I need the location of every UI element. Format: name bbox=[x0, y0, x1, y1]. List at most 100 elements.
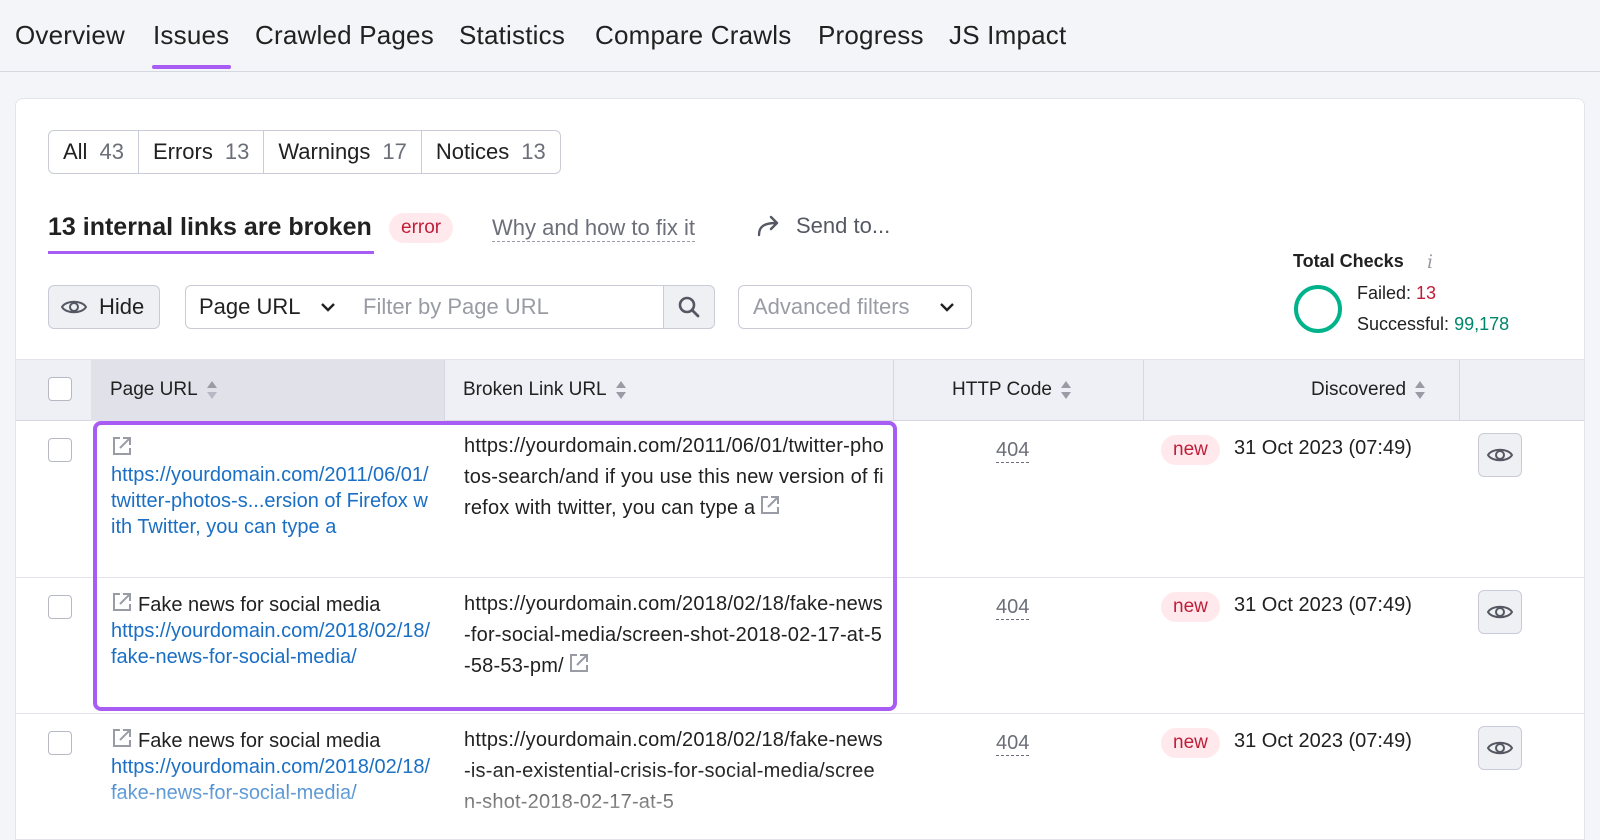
http-code[interactable]: 404 bbox=[996, 438, 1030, 463]
search-button[interactable] bbox=[663, 285, 715, 329]
hide-button[interactable]: Hide bbox=[48, 285, 160, 329]
column-label: Discovered bbox=[1311, 379, 1407, 400]
page-title: Fake news for social media bbox=[138, 594, 381, 616]
page-url-link[interactable]: https://yourdomain.com/2018/02/18/fake-n… bbox=[111, 754, 431, 806]
column-discovered[interactable]: Discovered bbox=[1311, 379, 1426, 401]
failed-count: Failed: 13 bbox=[1357, 283, 1436, 304]
why-how-fix-link[interactable]: Why and how to fix it bbox=[492, 215, 695, 242]
eye-icon bbox=[1487, 605, 1513, 619]
page-url-link[interactable]: https://yourdomain.com/2018/02/18/fake-n… bbox=[111, 618, 431, 670]
view-button[interactable] bbox=[1478, 726, 1522, 770]
issue-type-filter: All 43 Errors 13 Warnings 17 Notices 13 bbox=[48, 130, 561, 174]
column-broken-link-url[interactable]: Broken Link URL bbox=[463, 379, 627, 401]
column-divider bbox=[1459, 360, 1460, 421]
page-url-cell: https://yourdomain.com/2011/06/01/twitte… bbox=[111, 435, 431, 540]
column-divider bbox=[893, 360, 894, 421]
column-http-code[interactable]: HTTP Code bbox=[952, 379, 1072, 401]
advanced-filters-label: Advanced filters bbox=[753, 294, 910, 319]
column-divider bbox=[1143, 360, 1144, 421]
external-link-icon[interactable] bbox=[111, 591, 133, 613]
filter-warnings[interactable]: Warnings 17 bbox=[264, 131, 422, 173]
page-url-cell: Fake news for social media https://yourd… bbox=[111, 727, 431, 806]
table-row: Fake news for social media https://yourd… bbox=[16, 714, 1584, 839]
filter-label: Errors bbox=[152, 139, 213, 164]
row-checkbox[interactable] bbox=[48, 595, 72, 619]
broken-link-url-cell: https://yourdomain.com/2011/06/01/twitte… bbox=[464, 431, 884, 524]
filter-count: 17 bbox=[382, 139, 407, 164]
send-to-button[interactable]: Send to... bbox=[756, 213, 890, 239]
discovered-date: 31 Oct 2023 (07:49) bbox=[1234, 437, 1412, 459]
tab-crawled-pages[interactable]: Crawled Pages bbox=[255, 20, 434, 51]
tab-overview[interactable]: Overview bbox=[15, 20, 125, 51]
external-link-icon[interactable] bbox=[111, 727, 133, 749]
filter-notices[interactable]: Notices 13 bbox=[422, 131, 560, 173]
view-button[interactable] bbox=[1478, 590, 1522, 634]
broken-link-url: https://yourdomain.com/2018/02/18/fake-n… bbox=[464, 729, 883, 813]
issues-card: All 43 Errors 13 Warnings 17 Notices 13 13 i… bbox=[15, 98, 1585, 840]
filter-label: Warnings bbox=[278, 139, 371, 164]
page-url-select-value: Page URL bbox=[199, 294, 301, 319]
discovered-date: 31 Oct 2023 (07:49) bbox=[1234, 594, 1412, 616]
info-icon[interactable]: i bbox=[1427, 251, 1433, 273]
tab-issues[interactable]: Issues bbox=[151, 20, 232, 69]
advanced-filters-dropdown[interactable]: Advanced filters bbox=[738, 285, 972, 329]
chevron-down-icon bbox=[940, 303, 954, 312]
sort-icon bbox=[206, 381, 217, 399]
table-header: Page URL Broken Link URL HTTP Code Disco… bbox=[16, 359, 1584, 421]
eye-icon bbox=[1487, 741, 1513, 755]
sort-icon bbox=[1060, 381, 1071, 399]
total-checks-title: Total Checks bbox=[1293, 251, 1404, 271]
filter-count: 13 bbox=[224, 139, 250, 164]
table-row: Fake news for social media https://yourd… bbox=[16, 578, 1584, 714]
sort-icon bbox=[615, 381, 626, 399]
http-code[interactable]: 404 bbox=[996, 731, 1030, 756]
sort-icon bbox=[1415, 381, 1426, 399]
send-to-label: Send to... bbox=[796, 213, 891, 238]
successful-count: Successful: 99,178 bbox=[1357, 314, 1509, 335]
chevron-down-icon bbox=[321, 303, 335, 312]
row-checkbox[interactable] bbox=[48, 731, 72, 755]
successful-label: Successful: bbox=[1357, 314, 1450, 334]
filter-all[interactable]: All 43 bbox=[49, 131, 139, 173]
successful-value: 99,178 bbox=[1454, 314, 1510, 334]
broken-link-url-cell: https://yourdomain.com/2018/02/18/fake-n… bbox=[464, 589, 884, 682]
external-link-icon[interactable] bbox=[759, 494, 781, 516]
filter-by-page-url-input[interactable] bbox=[350, 285, 664, 329]
filter-label: All bbox=[63, 139, 88, 164]
external-link-icon[interactable] bbox=[568, 652, 590, 674]
broken-link-url-cell: https://yourdomain.com/2018/02/18/fake-n… bbox=[464, 725, 884, 818]
new-badge: new bbox=[1161, 728, 1220, 758]
new-badge: new bbox=[1161, 592, 1220, 622]
eye-icon bbox=[1487, 448, 1513, 462]
failed-label: Failed: bbox=[1357, 283, 1412, 303]
column-page-url[interactable]: Page URL bbox=[110, 379, 218, 401]
row-checkbox[interactable] bbox=[48, 438, 72, 462]
new-badge: new bbox=[1161, 435, 1220, 465]
page-title: Fake news for social media bbox=[138, 730, 381, 752]
select-all-checkbox[interactable] bbox=[48, 377, 72, 401]
issue-title: 13 internal links are broken bbox=[48, 213, 374, 254]
share-arrow-icon bbox=[757, 215, 779, 237]
page-url-cell: Fake news for social media https://yourd… bbox=[111, 591, 431, 670]
hide-label: Hide bbox=[99, 294, 145, 319]
table-row: https://yourdomain.com/2011/06/01/twitte… bbox=[16, 421, 1584, 578]
filter-count: 13 bbox=[521, 139, 546, 164]
column-label: Page URL bbox=[110, 379, 198, 400]
filter-errors[interactable]: Errors 13 bbox=[139, 131, 265, 173]
discovered-date: 31 Oct 2023 (07:49) bbox=[1234, 730, 1412, 752]
filter-count: 43 bbox=[99, 139, 124, 164]
tab-compare-crawls[interactable]: Compare Crawls bbox=[595, 20, 791, 51]
column-divider bbox=[444, 360, 445, 421]
tab-progress[interactable]: Progress bbox=[818, 20, 924, 51]
eye-icon bbox=[61, 300, 87, 314]
http-code[interactable]: 404 bbox=[996, 595, 1030, 620]
external-link-icon[interactable] bbox=[111, 435, 133, 457]
checks-ring-chart bbox=[1294, 285, 1342, 333]
page-url-link[interactable]: https://yourdomain.com/2011/06/01/twitte… bbox=[111, 462, 431, 540]
error-badge: error bbox=[389, 213, 454, 243]
view-button[interactable] bbox=[1478, 433, 1522, 477]
tab-statistics[interactable]: Statistics bbox=[459, 20, 565, 51]
broken-link-url: https://yourdomain.com/2018/02/18/fake-n… bbox=[464, 593, 883, 677]
page-url-select[interactable]: Page URL bbox=[185, 285, 351, 329]
tab-js-impact[interactable]: JS Impact bbox=[949, 20, 1066, 51]
